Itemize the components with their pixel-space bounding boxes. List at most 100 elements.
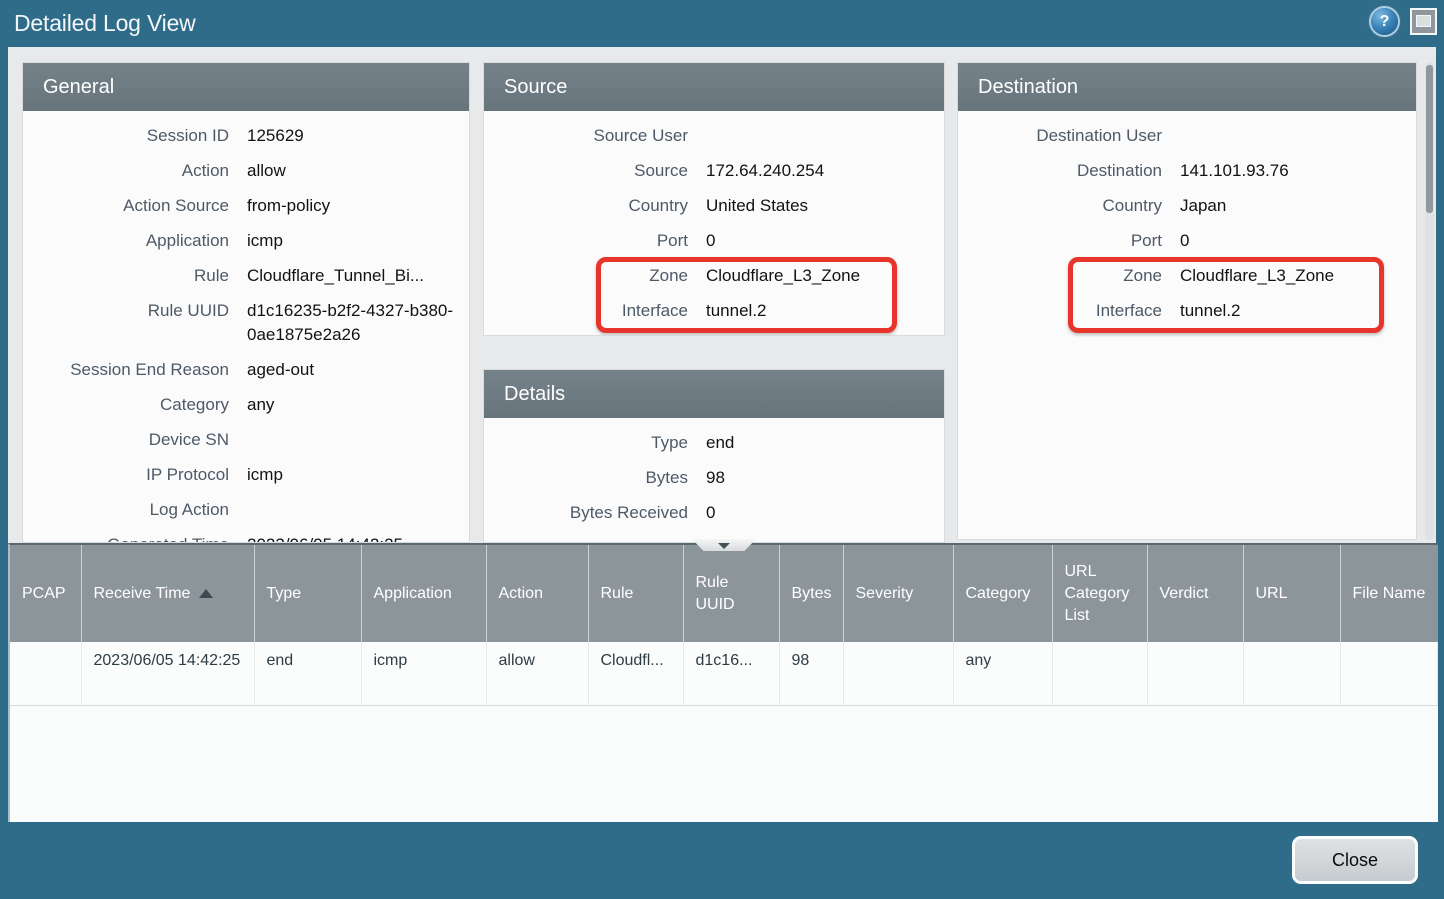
column-header-rule[interactable]: Rule bbox=[588, 545, 683, 642]
general-fields: Session ID125629 Actionallow Action Sour… bbox=[23, 111, 469, 543]
field-label: Bytes bbox=[484, 466, 688, 490]
column-header-verdict[interactable]: Verdict bbox=[1147, 545, 1243, 642]
field-row: Port0 bbox=[958, 229, 1416, 253]
detail-panes-container: General Session ID125629 Actionallow Act… bbox=[8, 47, 1436, 543]
field-label: Country bbox=[484, 194, 688, 218]
destination-panel-header: Destination bbox=[958, 63, 1416, 111]
column-header-application[interactable]: Application bbox=[361, 545, 486, 642]
vertical-scrollbar-thumb[interactable] bbox=[1426, 65, 1433, 213]
field-label: Log Action bbox=[23, 498, 229, 522]
field-label: Zone bbox=[484, 264, 688, 288]
column-header-category[interactable]: Category bbox=[953, 545, 1052, 642]
title-bar: Detailed Log View ? bbox=[0, 0, 1444, 47]
source-fields: Source User Source172.64.240.254 Country… bbox=[484, 111, 944, 323]
column-label: Receive Time bbox=[94, 585, 191, 602]
column-header-action[interactable]: Action bbox=[486, 545, 588, 642]
field-label: Interface bbox=[958, 299, 1162, 323]
field-value bbox=[247, 428, 469, 452]
field-row: Zone Cloudflare_L3_Zone bbox=[484, 264, 944, 288]
field-value: Japan bbox=[1180, 194, 1416, 218]
field-value bbox=[1180, 124, 1416, 148]
column-label: Severity bbox=[856, 585, 914, 602]
field-row: Actionallow bbox=[23, 159, 469, 183]
details-panel-header: Details bbox=[484, 370, 944, 418]
cell-pcap bbox=[10, 642, 81, 706]
field-value: tunnel.2 bbox=[706, 299, 944, 323]
field-label: Destination bbox=[958, 159, 1162, 183]
field-value: 98 bbox=[706, 466, 944, 490]
field-label: Rule UUID bbox=[23, 299, 229, 323]
cell-severity bbox=[843, 642, 953, 706]
field-row: Device SN bbox=[23, 428, 469, 452]
field-row: Typeend bbox=[484, 431, 944, 455]
cell-verdict bbox=[1147, 642, 1243, 706]
general-panel: General Session ID125629 Actionallow Act… bbox=[22, 62, 470, 543]
field-value: Cloudflare_Tunnel_Bi... bbox=[247, 264, 469, 288]
field-label: Port bbox=[484, 229, 688, 253]
cell-bytes: 98 bbox=[779, 642, 843, 706]
field-row: Destination User bbox=[958, 124, 1416, 148]
cell-rule-uuid: d1c16... bbox=[683, 642, 779, 706]
field-value: tunnel.2 bbox=[1180, 299, 1416, 323]
detailed-log-view-dialog: { "title_bar": { "title": "Detailed Log … bbox=[0, 0, 1444, 899]
maximize-window-icon[interactable] bbox=[1410, 8, 1437, 35]
cell-action: allow bbox=[486, 642, 588, 706]
field-label: Session ID bbox=[23, 124, 229, 148]
column-label: Category bbox=[966, 585, 1031, 602]
field-row: Bytes Received 0 bbox=[484, 501, 944, 525]
field-label: Bytes Received bbox=[484, 501, 688, 525]
field-row: Categoryany bbox=[23, 393, 469, 417]
field-label: Type bbox=[484, 431, 688, 455]
field-label: Action bbox=[23, 159, 229, 183]
close-button-label: Close bbox=[1332, 850, 1378, 871]
field-label: Port bbox=[958, 229, 1162, 253]
column-header-rule-uuid[interactable]: Rule UUID bbox=[683, 545, 779, 642]
details-fields: Typeend Bytes 98 Bytes Received 0 bbox=[484, 418, 944, 525]
column-header-file-name[interactable]: File Name bbox=[1340, 545, 1438, 642]
column-header-url-category-list[interactable]: URL Category List bbox=[1052, 545, 1147, 642]
cell-rule: Cloudfl... bbox=[588, 642, 683, 706]
log-table: PCAP Receive Time Type Application Actio… bbox=[10, 545, 1438, 706]
field-value: from-policy bbox=[247, 194, 469, 218]
field-row: CountryUnited States bbox=[484, 194, 944, 218]
field-row: Interface tunnel.2 bbox=[958, 299, 1416, 323]
field-row: Rule Cloudflare_Tunnel_Bi... bbox=[23, 264, 469, 288]
column-label: Rule bbox=[601, 585, 634, 602]
vertical-scrollbar-track[interactable] bbox=[1425, 62, 1434, 540]
field-value: d1c16235-b2f2-4327-b380-0ae1875e2a26 bbox=[247, 299, 469, 347]
field-label: Country bbox=[958, 194, 1162, 218]
column-header-bytes[interactable]: Bytes bbox=[779, 545, 843, 642]
field-row: Session ID125629 bbox=[23, 124, 469, 148]
log-table-row[interactable]: 2023/06/05 14:42:25 end icmp allow Cloud… bbox=[10, 642, 1438, 706]
field-value: Cloudflare_L3_Zone bbox=[706, 264, 944, 288]
cell-file-name bbox=[1340, 642, 1438, 706]
field-value: 141.101.93.76 bbox=[1180, 159, 1416, 183]
field-label: Rule bbox=[23, 264, 229, 288]
field-row: Generated Time2023/06/05 14:42:25 bbox=[23, 533, 469, 543]
cell-url-category-list bbox=[1052, 642, 1147, 706]
field-row: Bytes 98 bbox=[484, 466, 944, 490]
field-label: Zone bbox=[958, 264, 1162, 288]
field-value: 172.64.240.254 bbox=[706, 159, 944, 183]
field-label: Application bbox=[23, 229, 229, 253]
column-header-severity[interactable]: Severity bbox=[843, 545, 953, 642]
field-row: Port0 bbox=[484, 229, 944, 253]
help-icon[interactable]: ? bbox=[1371, 8, 1398, 35]
field-label: Source User bbox=[484, 124, 688, 148]
field-label: Generated Time bbox=[23, 533, 229, 543]
column-header-type[interactable]: Type bbox=[254, 545, 361, 642]
field-label: Device SN bbox=[23, 428, 229, 452]
cell-receive-time: 2023/06/05 14:42:25 bbox=[81, 642, 254, 706]
field-value: 0 bbox=[706, 501, 944, 525]
sort-ascending-icon bbox=[199, 589, 213, 598]
field-value: icmp bbox=[247, 229, 469, 253]
field-label: Interface bbox=[484, 299, 688, 323]
field-value bbox=[247, 498, 469, 522]
column-header-url[interactable]: URL bbox=[1243, 545, 1340, 642]
collapse-down-icon bbox=[718, 543, 730, 549]
column-header-receive-time[interactable]: Receive Time bbox=[81, 545, 254, 642]
column-header-pcap[interactable]: PCAP bbox=[10, 545, 81, 642]
field-label: Destination User bbox=[958, 124, 1162, 148]
column-label: File Name bbox=[1353, 585, 1426, 602]
close-button[interactable]: Close bbox=[1292, 836, 1418, 884]
